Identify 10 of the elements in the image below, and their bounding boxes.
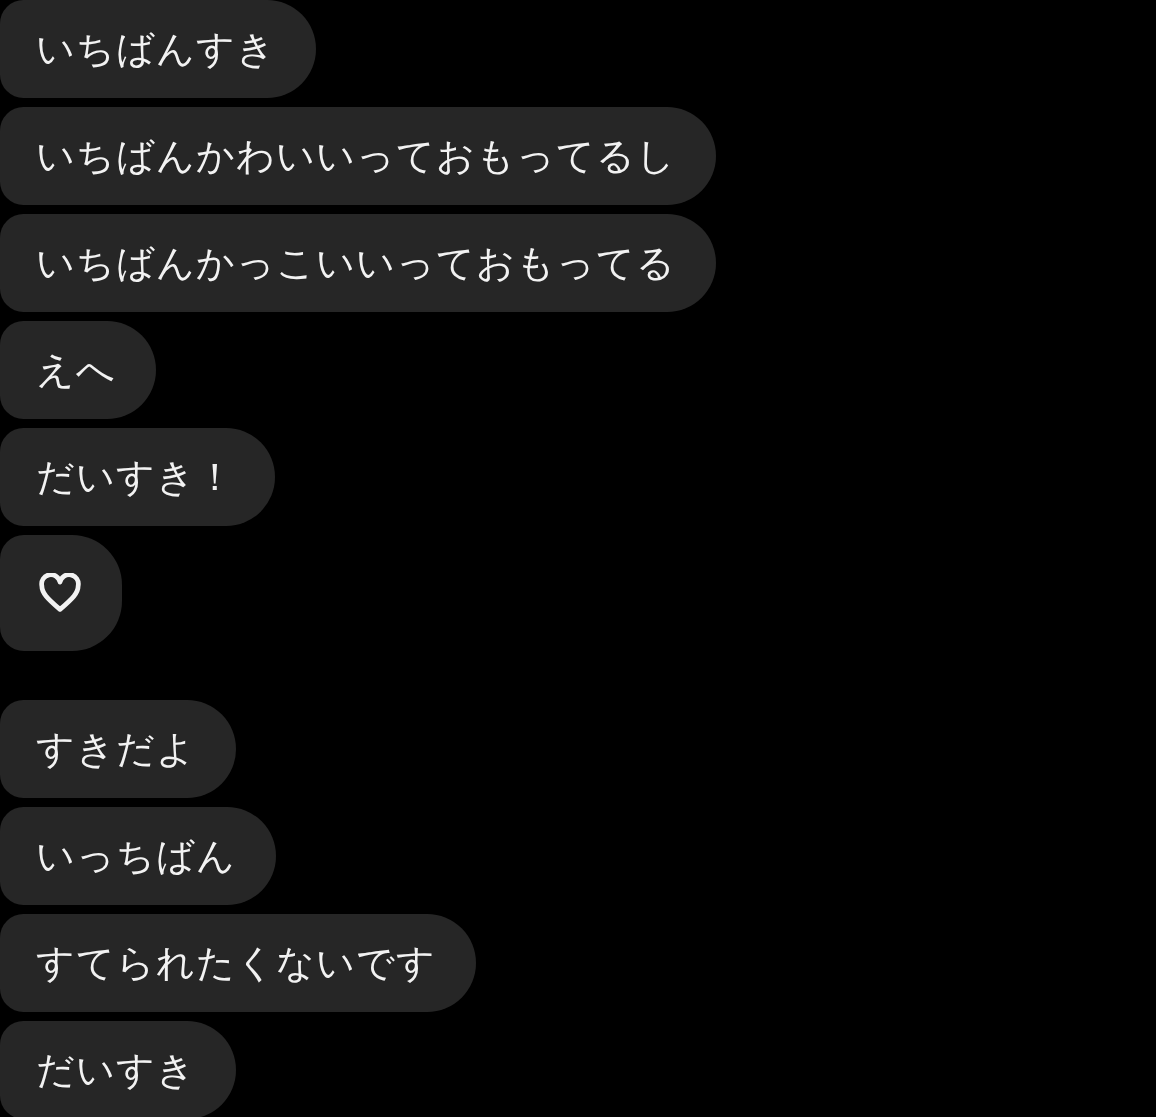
- message-bubble: えへ: [0, 321, 156, 419]
- message-bubble: だいすき！: [0, 428, 275, 526]
- message-bubble: すきだよ: [0, 700, 236, 798]
- message-bubble: いちばんすき: [0, 0, 316, 98]
- message-bubble: いちばんかわいいっておもってるし: [0, 107, 716, 205]
- message-bubble: いちばんかっこいいっておもってる: [0, 214, 716, 312]
- message-bubble: だいすき: [0, 1021, 236, 1117]
- message-bubble: いっちばん: [0, 807, 276, 905]
- heart-icon: [38, 573, 82, 613]
- message-bubble: すてられたくないです: [0, 914, 476, 1012]
